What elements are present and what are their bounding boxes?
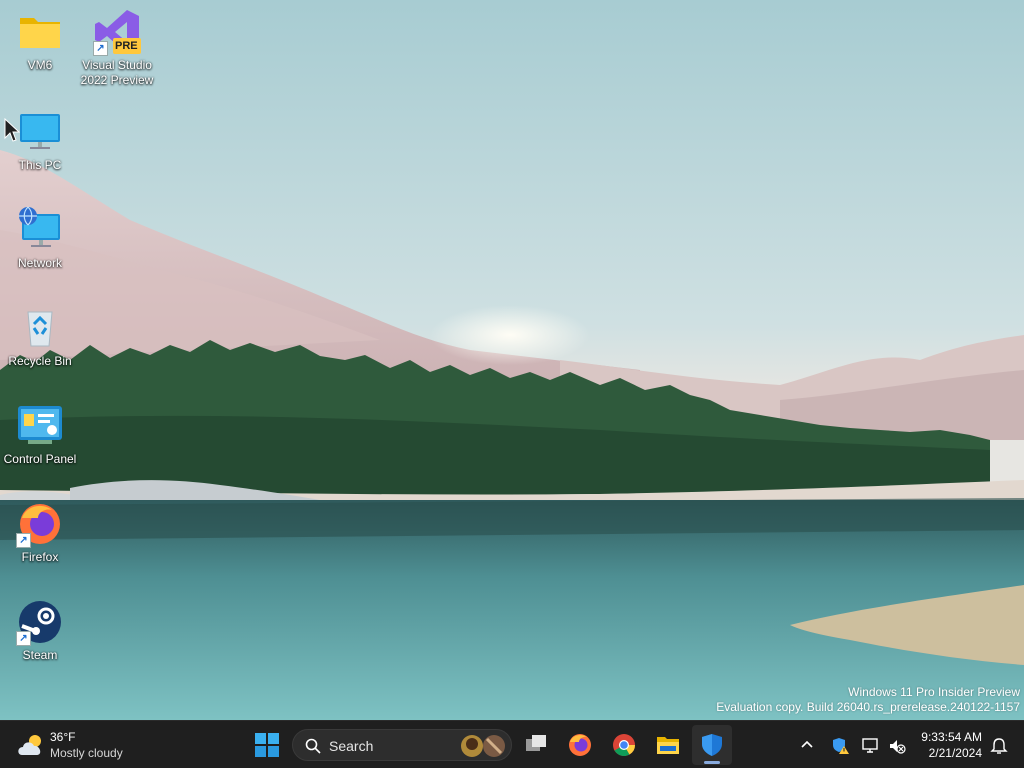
desktop-wallpaper: [0, 0, 1024, 720]
desktop-icon-vm6[interactable]: VM6: [0, 8, 80, 73]
firefox-icon: [569, 734, 591, 756]
shortcut-arrow-icon: ↗: [16, 533, 31, 548]
desktop-icon-label: Recycle Bin: [8, 354, 72, 368]
desktop-icon-label: Steam: [22, 648, 58, 662]
notifications-button[interactable]: [984, 725, 1016, 765]
weather-condition: Mostly cloudy: [50, 746, 123, 760]
chevron-up-icon: [801, 740, 813, 748]
desktop-icon-steam[interactable]: ↗ Steam: [0, 598, 80, 663]
taskbar-search-box[interactable]: Search: [292, 729, 512, 761]
this-pc-icon: [16, 108, 64, 156]
shortcut-arrow-icon: ↗: [93, 41, 108, 56]
active-app-indicator: [704, 761, 720, 764]
search-label: Search: [329, 738, 374, 754]
visual-studio-icon: PRE ↗: [93, 8, 141, 56]
desktop-icon-label: Visual Studio 2022 Preview: [80, 58, 154, 87]
desktop-icon-firefox[interactable]: ↗ Firefox: [0, 500, 80, 565]
tray-network-volume-button[interactable]: [858, 725, 910, 765]
tray-defender-button[interactable]: [826, 725, 856, 765]
build-watermark: Windows 11 Pro Insider Preview Evaluatio…: [716, 685, 1020, 715]
taskbar-clock[interactable]: 9:33:54 AM 2/21/2024: [921, 729, 982, 761]
taskbar-file-explorer-button[interactable]: [648, 725, 688, 765]
weather-temperature: 36°F: [50, 730, 76, 744]
volume-mute-icon: [890, 740, 906, 754]
start-button[interactable]: [247, 725, 287, 765]
cloud-icon: [18, 735, 41, 755]
desktop-icon-network[interactable]: Network: [0, 206, 80, 271]
network-off-icon: [862, 738, 878, 753]
mouse-cursor-icon: [4, 118, 20, 142]
desktop-icon-label: Network: [17, 256, 62, 270]
desktop-icon-label: Control Panel: [3, 452, 77, 466]
preview-badge: PRE: [115, 40, 138, 52]
desktop-icon-control-panel[interactable]: Control Panel: [0, 402, 80, 467]
watermark-build: Evaluation copy. Build 26040.rs_prerelea…: [716, 700, 1020, 714]
desktop-icon-recycle-bin[interactable]: Recycle Bin: [0, 304, 80, 369]
steam-icon: ↗: [16, 598, 64, 646]
task-view-button[interactable]: [516, 725, 556, 765]
chrome-icon: [613, 734, 635, 756]
start-icon: [255, 733, 279, 757]
clock-date: 2/21/2024: [928, 746, 982, 760]
search-icon: [305, 738, 321, 754]
file-explorer-icon: [657, 737, 679, 754]
search-highlight-image: [461, 735, 505, 757]
taskbar: 36°F Mostly cloudy Search 9:33:54 AM 2/2…: [0, 720, 1024, 768]
weather-widget[interactable]: 36°F Mostly cloudy: [14, 729, 154, 761]
clock-time: 9:33:54 AM: [921, 730, 982, 744]
network-icon: [16, 206, 64, 254]
desktop-icon-label: VM6: [27, 58, 53, 72]
desktop-icon-label: This PC: [18, 158, 62, 172]
taskbar-firefox-button[interactable]: [560, 725, 600, 765]
firefox-icon: ↗: [16, 500, 64, 548]
bell-icon: [990, 738, 1008, 754]
taskbar-chrome-button[interactable]: [604, 725, 644, 765]
desktop-icon-visual-studio[interactable]: PRE ↗ Visual Studio 2022 Preview: [77, 8, 157, 88]
folder-icon: [16, 8, 64, 56]
show-hidden-icons-button[interactable]: [792, 725, 824, 765]
desktop-icon-label: Firefox: [21, 550, 59, 564]
taskbar-windows-security-button[interactable]: [692, 725, 732, 765]
defender-warning-icon: [833, 738, 849, 754]
task-view-icon: [526, 735, 546, 751]
windows-security-icon: [702, 734, 722, 756]
recycle-bin-icon: [16, 304, 64, 352]
shortcut-arrow-icon: ↗: [16, 631, 31, 646]
watermark-edition: Windows 11 Pro Insider Preview: [848, 685, 1020, 699]
control-panel-icon: [16, 402, 64, 450]
